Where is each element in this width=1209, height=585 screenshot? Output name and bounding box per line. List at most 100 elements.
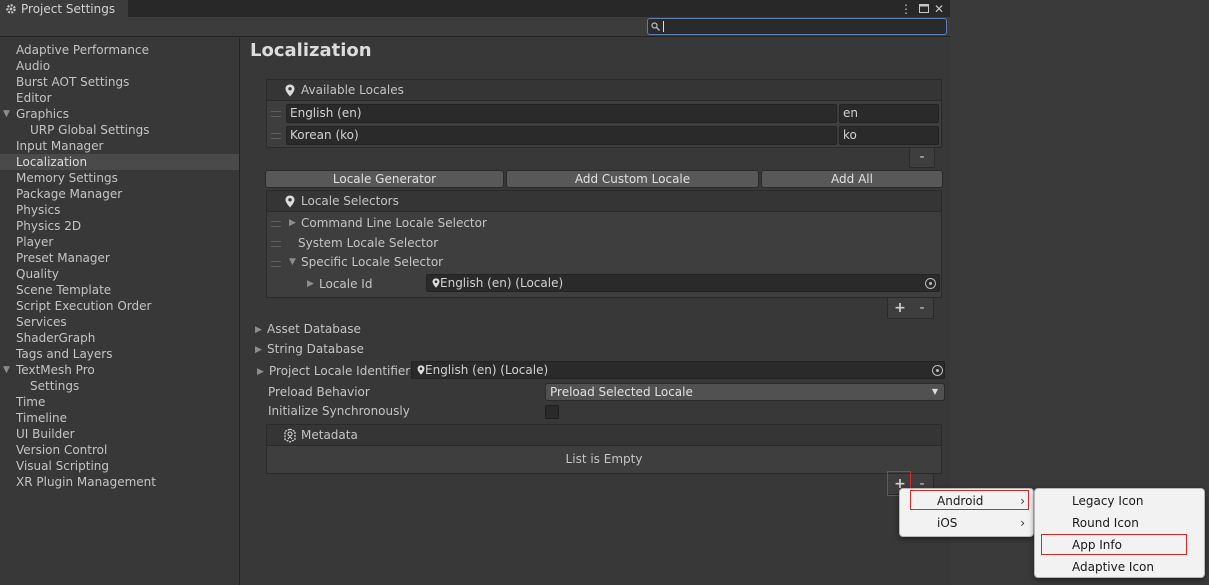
- sidebar-item[interactable]: Preset Manager: [0, 250, 239, 266]
- sidebar-item[interactable]: Physics: [0, 202, 239, 218]
- sidebar-item-label: Version Control: [16, 443, 108, 457]
- sidebar-item[interactable]: Burst AOT Settings: [0, 74, 239, 90]
- sidebar-item[interactable]: Timeline: [0, 410, 239, 426]
- text-caret: [663, 21, 664, 32]
- add-custom-locale-button[interactable]: Add Custom Locale: [506, 170, 759, 188]
- available-locales-header[interactable]: Available Locales: [266, 79, 942, 101]
- sidebar-item[interactable]: ▼ Graphics: [0, 106, 239, 122]
- locale-selectors-header[interactable]: Locale Selectors: [266, 190, 942, 212]
- locale-code-field[interactable]: ko: [839, 126, 939, 145]
- object-picker-icon[interactable]: [925, 278, 936, 289]
- sidebar-item[interactable]: Settings: [0, 378, 239, 394]
- sidebar-item[interactable]: XR Plugin Management: [0, 474, 239, 490]
- locale-code-field[interactable]: en: [839, 104, 939, 123]
- collapsed-arrow-icon[interactable]: ▶: [255, 345, 262, 355]
- menu-item-legacy-icon[interactable]: Legacy Icon: [1035, 490, 1204, 512]
- sidebar-item-label: Physics 2D: [16, 219, 82, 233]
- sidebar-item-label: UI Builder: [16, 427, 75, 441]
- settings-sidebar: Adaptive Performance Audio Burst AOT Setti…: [0, 38, 240, 585]
- locale-name-field[interactable]: English (en): [286, 104, 837, 123]
- remove-locale-button[interactable]: -: [912, 149, 932, 165]
- sidebar-item-label: Player: [16, 235, 54, 249]
- expanded-arrow-icon[interactable]: ▼: [289, 257, 296, 267]
- sidebar-item[interactable]: Services: [0, 314, 239, 330]
- location-pin-icon: [285, 84, 295, 97]
- sidebar-item[interactable]: Adaptive Performance: [0, 42, 239, 58]
- menu-item-ios[interactable]: iOS ›: [900, 512, 1033, 534]
- menu-item-adaptive-icon[interactable]: Adaptive Icon: [1035, 556, 1204, 578]
- available-locales-footer: -: [909, 148, 935, 168]
- locale-name-field[interactable]: Korean (ko): [286, 126, 837, 145]
- collapsed-arrow-icon[interactable]: ▶: [255, 325, 262, 335]
- expanded-arrow-icon[interactable]: ▼: [3, 106, 10, 122]
- drag-handle[interactable]: [271, 221, 281, 227]
- add-selector-button[interactable]: +: [890, 300, 910, 316]
- project-locale-identifier-label: Project Locale Identifier: [269, 364, 411, 378]
- sidebar-item[interactable]: Package Manager: [0, 186, 239, 202]
- drag-handle[interactable]: [271, 133, 281, 139]
- remove-selector-button[interactable]: -: [912, 300, 932, 316]
- project-locale-identifier-field[interactable]: English (en) (Locale): [411, 361, 945, 379]
- object-picker-icon[interactable]: [932, 365, 943, 376]
- locale-id-label: Locale Id: [319, 277, 373, 291]
- selector-item[interactable]: Command Line Locale Selector: [301, 216, 487, 230]
- sidebar-item-label: Scene Template: [16, 283, 112, 297]
- kebab-menu-icon[interactable]: ⋮: [899, 0, 913, 17]
- search-input[interactable]: [647, 18, 947, 35]
- dropdown-arrow-icon: ▼: [931, 387, 938, 396]
- sidebar-item[interactable]: Input Manager: [0, 138, 239, 154]
- metadata-header[interactable]: Metadata: [266, 424, 942, 446]
- initialize-synchronously-checkbox[interactable]: [545, 405, 559, 419]
- locale-generator-button[interactable]: Locale Generator: [265, 170, 504, 188]
- maximize-icon[interactable]: [917, 0, 931, 17]
- sidebar-item[interactable]: Player: [0, 234, 239, 250]
- add-all-button[interactable]: Add All: [761, 170, 943, 188]
- sidebar-item-label: XR Plugin Management: [16, 475, 156, 489]
- collapsed-arrow-icon[interactable]: ▶: [307, 279, 314, 289]
- project-settings-tab[interactable]: Project Settings: [0, 0, 128, 17]
- sidebar-item[interactable]: Quality: [0, 266, 239, 282]
- search-icon: [651, 22, 660, 31]
- page-title: Localization: [250, 40, 372, 61]
- collapsed-arrow-icon[interactable]: ▶: [257, 367, 264, 377]
- sidebar-item-label: Quality: [16, 267, 59, 281]
- sidebar-item[interactable]: Version Control: [0, 442, 239, 458]
- sidebar-item[interactable]: UI Builder: [0, 426, 239, 442]
- sidebar-item[interactable]: Editor: [0, 90, 239, 106]
- close-icon[interactable]: ✕: [932, 0, 946, 17]
- initialize-synchronously-label: Initialize Synchronously: [268, 404, 410, 418]
- menu-item-round-icon[interactable]: Round Icon: [1035, 512, 1204, 534]
- sidebar-item[interactable]: Tags and Layers: [0, 346, 239, 362]
- locale-selectors-list: ▶ Command Line Locale Selector System Lo…: [266, 212, 942, 298]
- sidebar-item[interactable]: Physics 2D: [0, 218, 239, 234]
- selector-item[interactable]: Specific Locale Selector: [301, 255, 443, 269]
- sidebar-item[interactable]: URP Global Settings: [0, 122, 239, 138]
- sidebar-item[interactable]: Memory Settings: [0, 170, 239, 186]
- sidebar-item-label: Timeline: [16, 411, 68, 425]
- metadata-title: Metadata: [301, 428, 358, 442]
- expanded-arrow-icon[interactable]: ▼: [3, 362, 10, 378]
- sidebar-item-label: Physics: [16, 203, 61, 217]
- sidebar-item[interactable]: Scene Template: [0, 282, 239, 298]
- collapsed-arrow-icon[interactable]: ▶: [289, 218, 296, 228]
- sidebar-item[interactable]: Time: [0, 394, 239, 410]
- sidebar-item[interactable]: ShaderGraph: [0, 330, 239, 346]
- locale-id-field[interactable]: English (en) (Locale): [426, 274, 940, 292]
- sidebar-item[interactable]: ▼ TextMesh Pro: [0, 362, 239, 378]
- locale-selectors-footer: + -: [887, 298, 934, 319]
- available-locales-title: Available Locales: [301, 83, 404, 97]
- location-pin-icon: [432, 278, 440, 288]
- string-database-foldout[interactable]: String Database: [267, 342, 364, 356]
- drag-handle[interactable]: [271, 241, 281, 247]
- drag-handle[interactable]: [271, 261, 281, 267]
- asset-database-foldout[interactable]: Asset Database: [267, 322, 361, 336]
- sidebar-item[interactable]: Audio: [0, 58, 239, 74]
- sidebar-item[interactable]: Script Execution Order: [0, 298, 239, 314]
- sidebar-item[interactable]: Localization: [0, 154, 239, 170]
- sidebar-item[interactable]: Visual Scripting: [0, 458, 239, 474]
- preload-behavior-dropdown[interactable]: Preload Selected Locale ▼: [545, 383, 945, 401]
- android-submenu: Legacy Icon Round Icon App Info Adaptive…: [1034, 488, 1205, 578]
- selector-item[interactable]: System Locale Selector: [298, 236, 438, 250]
- metadata-icon: [284, 428, 296, 443]
- drag-handle[interactable]: [271, 111, 281, 117]
